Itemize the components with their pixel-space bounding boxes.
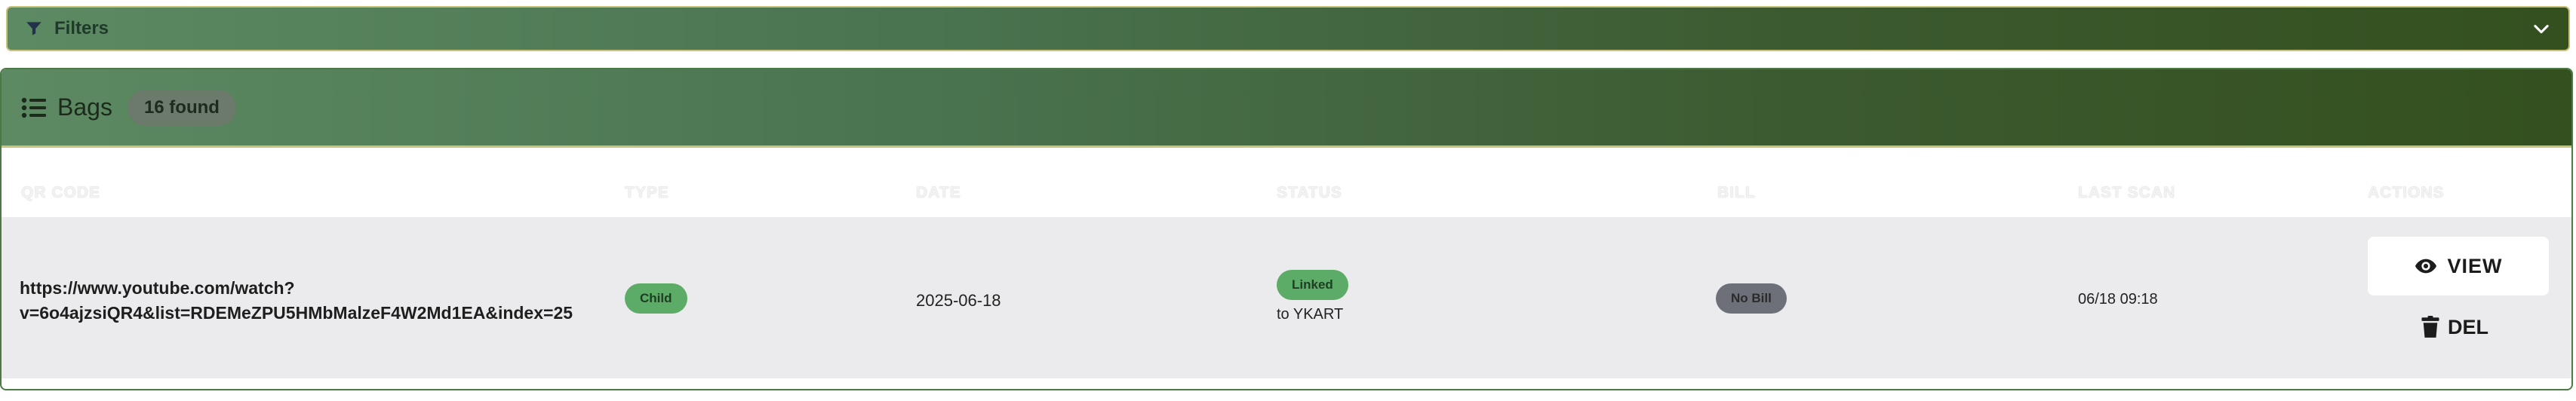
- type-badge: Child: [625, 283, 687, 314]
- bags-header: Bags 16 found: [2, 69, 2571, 148]
- qr-code-text-line2: v=6o4ajzsiQR4&list=RDEMeZPU5HMbMalzeF4W2…: [20, 303, 573, 323]
- list-icon: [21, 97, 46, 118]
- bill-badge: No Bill: [1716, 283, 1787, 314]
- column-header-date: DATE: [916, 184, 961, 201]
- table-header: QR CODE TYPE DATE STATUS BILL LAST SCAN …: [2, 148, 2571, 216]
- filters-toggle[interactable]: Filters: [6, 6, 2570, 51]
- delete-button-label: DEL: [2448, 315, 2488, 338]
- delete-button[interactable]: DEL: [2421, 306, 2488, 348]
- qr-code-cell: https://www.youtube.com/watch? v=6o4ajzs…: [20, 276, 608, 326]
- last-scan-cell: 06/18 09:18: [2078, 291, 2158, 308]
- chevron-down-icon[interactable]: [2531, 18, 2552, 39]
- view-button[interactable]: VIEW: [2368, 237, 2549, 295]
- column-header-actions: ACTIONS: [2368, 184, 2445, 201]
- column-header-status: STATUS: [1277, 184, 1342, 201]
- trash-icon: [2421, 316, 2439, 338]
- table-row: https://www.youtube.com/watch? v=6o4ajzs…: [2, 217, 2571, 378]
- linked-to-text: to YKART: [1277, 306, 1344, 323]
- filter-icon: [26, 22, 41, 35]
- column-header-bill: BILL: [1717, 184, 1756, 201]
- status-badge: Linked: [1277, 270, 1348, 300]
- date-cell: 2025-06-18: [916, 291, 1001, 310]
- column-header-last-scan: LAST SCAN: [2078, 184, 2176, 201]
- found-count-badge: 16 found: [127, 89, 236, 126]
- bags-title: Bags: [57, 93, 112, 121]
- bags-panel: Bags 16 found QR CODE TYPE DATE STATUS B…: [0, 68, 2573, 390]
- eye-icon: [2415, 259, 2437, 274]
- view-button-label: VIEW: [2447, 254, 2503, 277]
- column-header-qr-code: QR CODE: [21, 184, 101, 201]
- filters-label: Filters: [54, 18, 109, 38]
- qr-code-text-line1: https://www.youtube.com/watch?: [20, 278, 295, 298]
- column-header-type: TYPE: [625, 184, 669, 201]
